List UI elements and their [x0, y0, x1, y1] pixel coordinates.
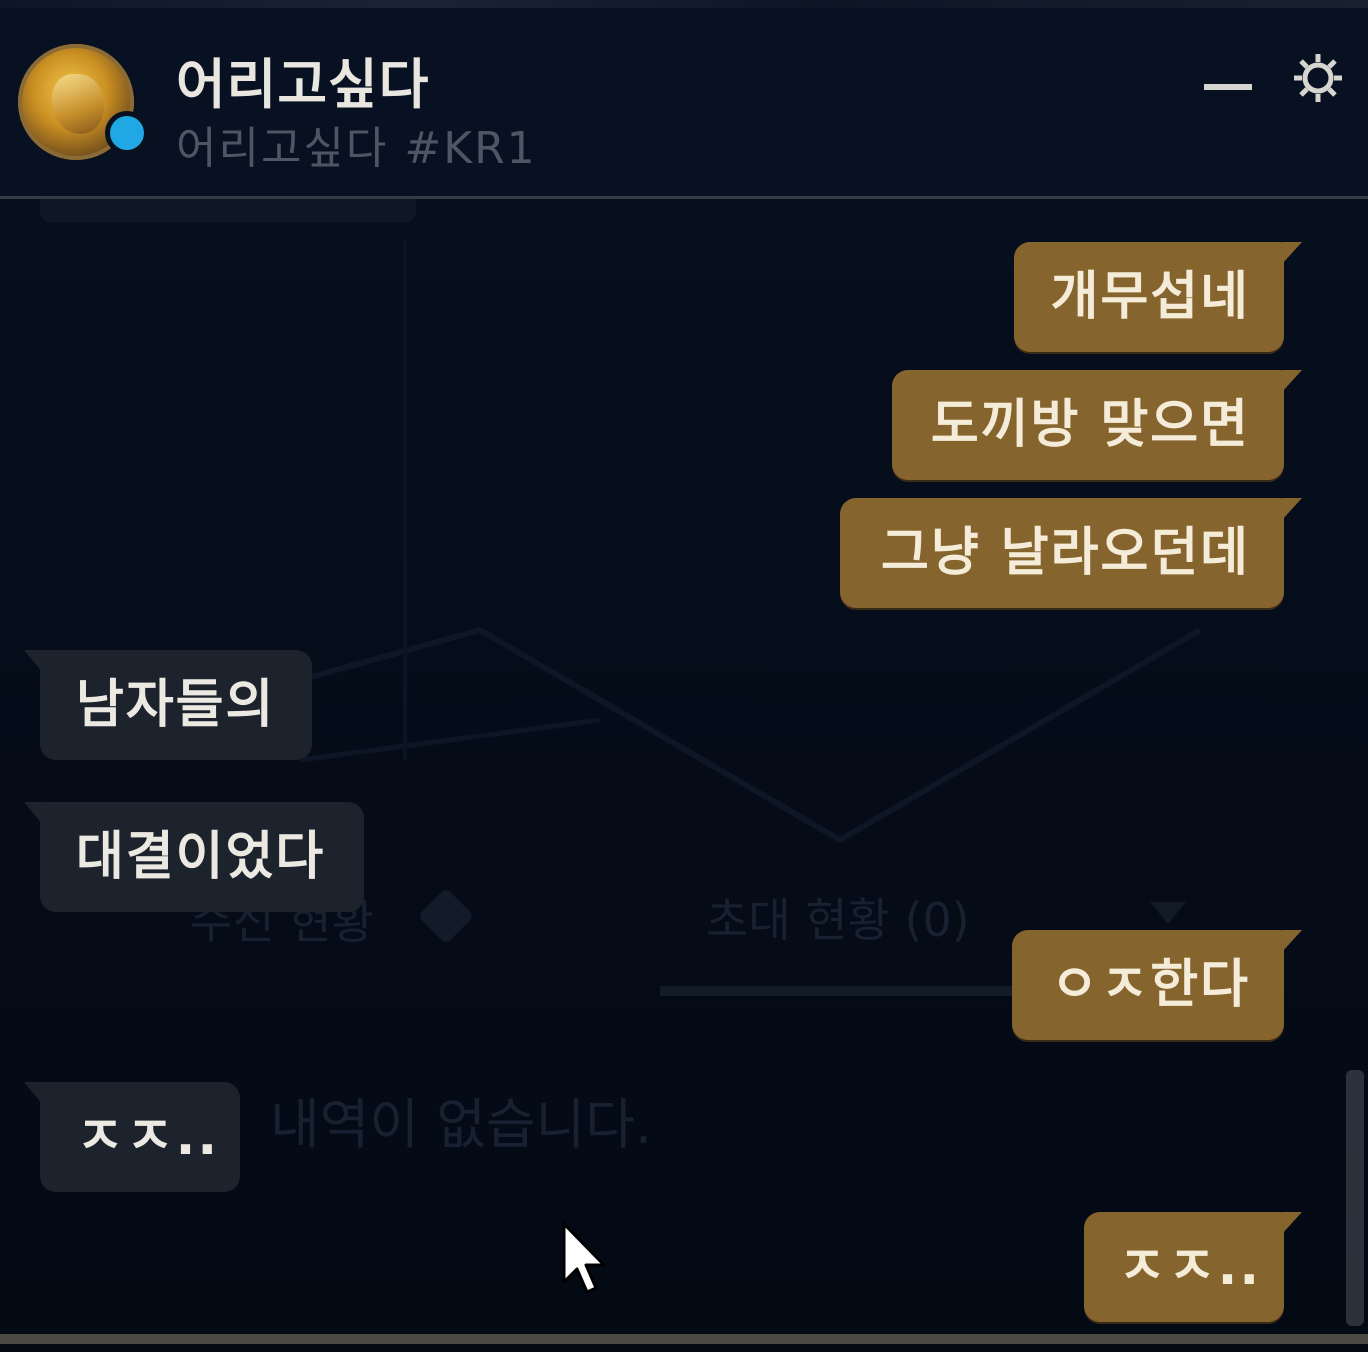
message-outgoing: 도끼방 맞으면: [892, 370, 1302, 480]
gear-icon[interactable]: [1290, 50, 1346, 106]
avatar-figure: [52, 74, 104, 134]
background-tab-invites: 초대 현황 (0): [706, 893, 970, 947]
mouse-cursor-icon: [562, 1222, 606, 1294]
message-outgoing: ㅇㅈ한다: [1012, 930, 1302, 1040]
online-status-icon: [110, 116, 144, 150]
background-card: [40, 196, 416, 222]
header-divider: [0, 196, 1368, 199]
background-tab-underline: [660, 986, 1020, 996]
message-outgoing: 개무섭네: [1014, 242, 1302, 352]
message-outgoing: ㅈㅈ..: [1084, 1212, 1302, 1322]
bottom-divider: [0, 1334, 1368, 1344]
message-incoming: 대결이었다: [24, 802, 364, 912]
message-outgoing: 그냥 날라오던데: [840, 498, 1302, 608]
chat-window: 수신 현황 초대 현황 (0) 내역이 없습니다. 어리고싶다 어리고싶다 #K…: [0, 0, 1368, 1352]
background-empty-message: 내역이 없습니다.: [270, 1093, 653, 1156]
friend-name: 어리고싶다: [176, 53, 430, 116]
background-dropdown-icon: [1150, 902, 1186, 924]
message-incoming: 남자들의: [24, 650, 312, 760]
top-strip: [0, 0, 1368, 8]
minimize-icon[interactable]: [1200, 74, 1256, 102]
friend-riot-id: 어리고싶다 #KR1: [176, 123, 537, 174]
scrollbar[interactable]: [1346, 1070, 1364, 1326]
message-incoming: ㅈㅈ..: [24, 1082, 240, 1192]
